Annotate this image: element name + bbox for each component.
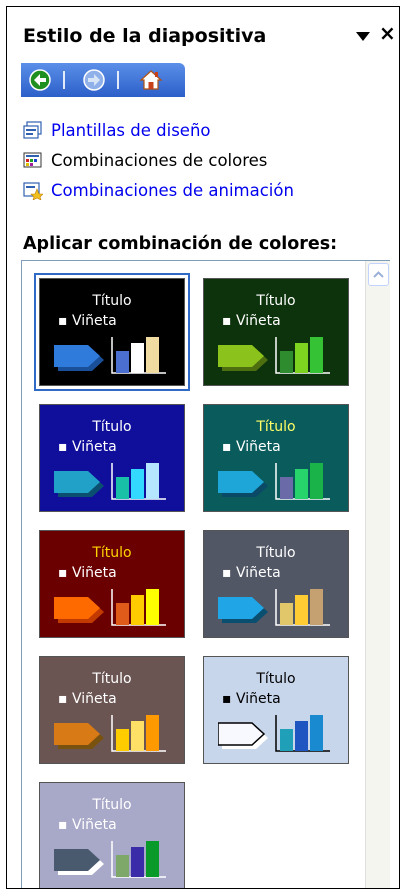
- scheme-sample-art: [218, 715, 330, 752]
- color-scheme-thumbnail[interactable]: Título ▪ Viñeta: [34, 273, 190, 391]
- chevron-up-icon: [373, 271, 384, 278]
- scheme-sample-art: [54, 337, 166, 374]
- scheme-sample-title: Título: [256, 293, 296, 309]
- scheme-sample-bullet: ▪ Viñeta: [58, 817, 117, 833]
- color-scheme-thumbnail[interactable]: Título ▪ Viñeta: [39, 656, 185, 764]
- scheme-sample-bullet: ▪ Viñeta: [222, 313, 281, 329]
- color-scheme-thumbnail[interactable]: Título ▪ Viñeta: [203, 404, 349, 512]
- task-pane-titlebar: Estilo de la diapositiva ×: [7, 7, 399, 57]
- gallery-scrollbar[interactable]: [365, 261, 390, 888]
- scheme-sample-title: Título: [92, 671, 132, 687]
- scheme-sample-art: [54, 841, 166, 878]
- color-scheme-thumbnail[interactable]: Título ▪ Viñeta: [39, 404, 185, 512]
- color-scheme-gallery: Título ▪ Viñeta Título ▪ Viñeta Título ▪ Viñe…: [21, 260, 390, 888]
- color-scheme-thumbnail[interactable]: Título ▪ Viñeta: [203, 278, 349, 386]
- scheme-sample-title: Título: [92, 797, 132, 813]
- scheme-sample-bullet: ▪ Viñeta: [222, 439, 281, 455]
- home-icon[interactable]: [139, 69, 163, 91]
- scheme-sample-bullet: ▪ Viñeta: [58, 565, 117, 581]
- scheme-sample-title: Título: [92, 419, 132, 435]
- scheme-sample-bullet: ▪ Viñeta: [222, 691, 281, 707]
- color-scheme-thumbnail[interactable]: Título ▪ Viñeta: [39, 530, 185, 638]
- scheme-sample-bullet: ▪ Viñeta: [58, 313, 117, 329]
- color-schemes-icon: [23, 152, 42, 168]
- scheme-sample-art: [54, 463, 166, 500]
- scheme-sample-art: [54, 715, 166, 752]
- scheme-sample-art: [218, 463, 330, 500]
- task-pane: Estilo de la diapositiva × Plantillas de…: [6, 6, 400, 889]
- scroll-up-button[interactable]: [368, 263, 389, 286]
- color-scheme-thumbnail[interactable]: Título ▪ Viñeta: [203, 656, 349, 764]
- nav-separator: [63, 71, 65, 89]
- scheme-sample-bullet: ▪ Viñeta: [222, 565, 281, 581]
- scheme-sample-title: Título: [256, 671, 296, 687]
- animation-schemes-icon: [23, 182, 43, 200]
- scheme-sample-title: Título: [92, 293, 132, 309]
- color-scheme-thumbnail[interactable]: Título ▪ Viñeta: [203, 530, 349, 638]
- task-pane-title: Estilo de la diapositiva: [23, 25, 267, 47]
- color-scheme-thumbnail[interactable]: Título ▪ Viñeta: [39, 782, 185, 888]
- link-label[interactable]: Plantillas de diseño: [51, 121, 211, 140]
- nav-separator: [117, 71, 119, 89]
- scheme-sample-title: Título: [92, 545, 132, 561]
- triangle-down-icon[interactable]: [355, 29, 371, 43]
- task-links: Plantillas de diseño Combinaciones de co…: [23, 115, 294, 205]
- scheme-sample-bullet: ▪ Viñeta: [58, 439, 117, 455]
- link-label[interactable]: Combinaciones de colores: [51, 151, 267, 170]
- close-button[interactable]: ×: [379, 23, 396, 43]
- link-animation-schemes[interactable]: Combinaciones de animación: [23, 175, 294, 205]
- design-templates-icon: [23, 121, 42, 139]
- section-heading: Aplicar combinación de colores:: [23, 234, 338, 254]
- scheme-sample-art: [218, 337, 330, 374]
- navigation-bar: [21, 63, 185, 97]
- scheme-sample-art: [218, 589, 330, 626]
- scheme-sample-title: Título: [256, 545, 296, 561]
- scheme-sample-art: [54, 589, 166, 626]
- forward-arrow-icon[interactable]: [83, 69, 105, 91]
- back-arrow-icon[interactable]: [29, 69, 51, 91]
- scheme-sample-bullet: ▪ Viñeta: [58, 691, 117, 707]
- link-label[interactable]: Combinaciones de animación: [51, 181, 294, 200]
- scheme-sample-title: Título: [256, 419, 296, 435]
- link-color-schemes[interactable]: Combinaciones de colores: [23, 145, 294, 175]
- link-design-templates[interactable]: Plantillas de diseño: [23, 115, 294, 145]
